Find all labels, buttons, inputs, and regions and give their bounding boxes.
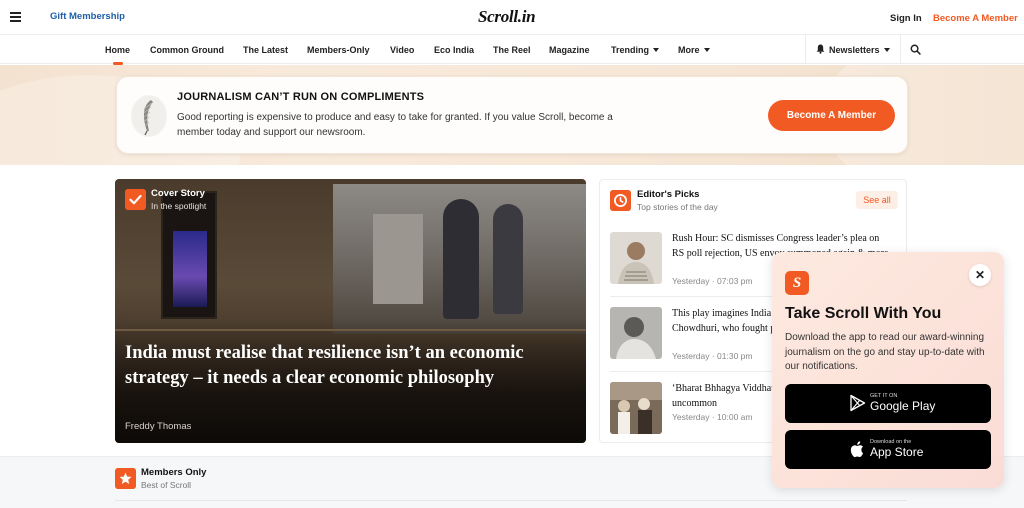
- checkmark-icon: [125, 189, 146, 210]
- sign-in-link[interactable]: Sign In: [890, 13, 922, 24]
- cover-story-label: Cover Story: [151, 188, 205, 199]
- nav-item-the-reel[interactable]: The Reel: [493, 45, 531, 55]
- article-time: Yesterday · 10:00 am: [672, 412, 753, 422]
- gift-membership-link[interactable]: Gift Membership: [50, 11, 125, 22]
- nav-trending-label: Trending: [611, 45, 649, 55]
- cover-story-sublabel: In the spotlight: [151, 201, 207, 211]
- banner-title: JOURNALISM CAN’T RUN ON COMPLIMENTS: [177, 91, 425, 103]
- cover-story-author[interactable]: Freddy Thomas: [125, 421, 191, 432]
- article-thumbnail: [610, 382, 662, 434]
- nav-item-home[interactable]: Home: [105, 45, 130, 55]
- site-logo[interactable]: Scroll.in: [478, 7, 536, 27]
- divider: [115, 500, 907, 501]
- chevron-down-icon: [703, 48, 710, 52]
- chevron-down-icon: [883, 48, 890, 52]
- star-icon: [115, 468, 136, 489]
- nav-item-common-ground[interactable]: Common Ground: [150, 45, 224, 55]
- app-store-label: App Store: [870, 445, 924, 459]
- nav-divider: [805, 35, 806, 64]
- article-time: Yesterday · 07:03 pm: [672, 276, 753, 286]
- google-play-icon: [850, 394, 866, 412]
- editors-picks-title: Editor's Picks: [637, 189, 700, 200]
- close-icon[interactable]: ✕: [969, 264, 991, 286]
- members-only-title: Members Only: [141, 467, 207, 478]
- nav-divider: [900, 35, 901, 64]
- nav-item-more[interactable]: More: [678, 45, 710, 55]
- google-play-label: Google Play: [870, 399, 936, 413]
- hero-image-storefront: [333, 184, 586, 334]
- see-all-button[interactable]: See all: [856, 191, 898, 209]
- article-time: Yesterday · 01:30 pm: [672, 351, 753, 361]
- cover-story-card[interactable]: Cover Story In the spotlight India must …: [115, 179, 586, 443]
- google-play-button[interactable]: GET IT ON Google Play: [785, 384, 991, 423]
- apple-icon: [850, 441, 864, 458]
- nav-item-trending[interactable]: Trending: [611, 45, 659, 55]
- become-member-button[interactable]: Become A Member: [768, 100, 895, 131]
- app-store-button[interactable]: Download on the App Store: [785, 430, 991, 469]
- popup-text: Download the app to read our award-winni…: [785, 332, 985, 372]
- main-nav: Home Common Ground The Latest Members-On…: [0, 34, 1024, 65]
- become-member-link[interactable]: Become A Member: [933, 13, 1018, 24]
- membership-banner: JOURNALISM CAN’T RUN ON COMPLIMENTS Good…: [116, 76, 908, 154]
- article-thumbnail: [610, 232, 662, 284]
- banner-text: Good reporting is expensive to produce a…: [177, 112, 613, 138]
- article-thumbnail: [610, 307, 662, 359]
- members-only-subtitle: Best of Scroll: [141, 480, 192, 490]
- nav-more-label: More: [678, 45, 700, 55]
- top-bar: Gift Membership Scroll.in Sign In Become…: [0, 0, 1024, 34]
- cover-story-headline[interactable]: India must realise that resilience isn’t…: [125, 341, 565, 391]
- menu-icon[interactable]: [10, 12, 21, 22]
- nav-item-eco-india[interactable]: Eco India: [434, 45, 474, 55]
- nav-item-the-latest[interactable]: The Latest: [243, 45, 288, 55]
- search-icon[interactable]: [910, 44, 921, 55]
- popup-title: Take Scroll With You: [785, 305, 942, 322]
- app-download-popup: S ✕ Take Scroll With You Download the ap…: [772, 252, 1004, 488]
- scroll-app-logo-icon: S: [785, 271, 809, 295]
- page: Gift Membership Scroll.in Sign In Become…: [0, 0, 1024, 508]
- nav-item-video[interactable]: Video: [390, 45, 414, 55]
- quill-illustration: [131, 95, 167, 137]
- bell-icon: [816, 44, 825, 54]
- newsletters-label: Newsletters: [829, 45, 880, 55]
- clock-icon: [610, 190, 631, 211]
- chevron-down-icon: [653, 48, 659, 52]
- editors-picks-subtitle: Top stories of the day: [637, 202, 718, 212]
- newsletters-dropdown[interactable]: Newsletters: [829, 45, 890, 55]
- nav-item-magazine[interactable]: Magazine: [549, 45, 590, 55]
- nav-item-members-only[interactable]: Members-Only: [307, 45, 370, 55]
